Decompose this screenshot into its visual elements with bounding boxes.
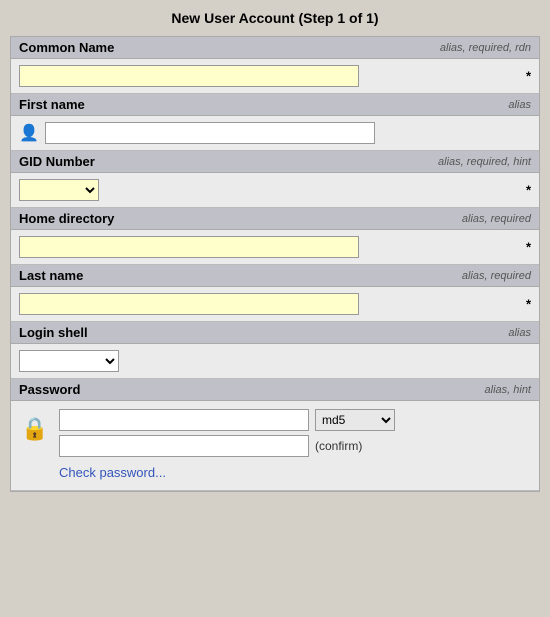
last-name-body: *: [11, 287, 539, 321]
password-header: Password alias, hint: [11, 379, 539, 401]
gid-number-label: GID Number: [19, 154, 95, 169]
user-icon: 👤: [19, 123, 39, 143]
gid-number-select[interactable]: [19, 179, 99, 201]
home-directory-header: Home directory alias, required: [11, 208, 539, 230]
password-section: Password alias, hint 🔒 md5 (confirm): [11, 379, 539, 491]
page-wrapper: New User Account (Step 1 of 1) Common Na…: [0, 0, 550, 512]
first-name-header: First name alias: [11, 94, 539, 116]
password-label: Password: [19, 382, 80, 397]
gid-number-section: GID Number alias, required, hint *: [11, 151, 539, 208]
last-name-meta: alias, required: [462, 270, 531, 282]
gid-number-body: *: [11, 173, 539, 207]
last-name-label: Last name: [19, 268, 83, 283]
first-name-meta: alias: [508, 99, 531, 111]
gid-number-header: GID Number alias, required, hint: [11, 151, 539, 173]
password-hash-select[interactable]: md5: [315, 409, 395, 431]
login-shell-header: Login shell alias: [11, 322, 539, 344]
password-confirm-input[interactable]: [59, 435, 309, 457]
common-name-input[interactable]: [19, 65, 359, 87]
login-shell-meta: alias: [508, 327, 531, 339]
home-directory-input[interactable]: [19, 236, 359, 258]
first-name-label: First name: [19, 97, 85, 112]
login-shell-section: Login shell alias: [11, 322, 539, 379]
login-shell-body: [11, 344, 539, 378]
home-directory-body: *: [11, 230, 539, 264]
gid-number-required: *: [526, 183, 531, 198]
last-name-input[interactable]: [19, 293, 359, 315]
confirm-label: (confirm): [315, 439, 362, 453]
password-input[interactable]: [59, 409, 309, 431]
gid-number-meta: alias, required, hint: [438, 156, 531, 168]
form-container: Common Name alias, required, rdn * First…: [10, 36, 540, 492]
first-name-section: First name alias 👤: [11, 94, 539, 151]
login-shell-label: Login shell: [19, 325, 88, 340]
password-meta: alias, hint: [485, 384, 531, 396]
first-name-input[interactable]: [45, 122, 375, 144]
first-name-body: 👤: [11, 116, 539, 150]
page-title: New User Account (Step 1 of 1): [0, 10, 550, 26]
home-directory-required: *: [526, 240, 531, 255]
common-name-meta: alias, required, rdn: [440, 42, 531, 54]
home-directory-meta: alias, required: [462, 213, 531, 225]
common-name-label: Common Name: [19, 40, 114, 55]
password-body: 🔒 md5 (confirm) Check password...: [11, 401, 539, 490]
last-name-header: Last name alias, required: [11, 265, 539, 287]
home-directory-section: Home directory alias, required *: [11, 208, 539, 265]
common-name-section: Common Name alias, required, rdn *: [11, 37, 539, 94]
last-name-required: *: [526, 297, 531, 312]
login-shell-select[interactable]: [19, 350, 119, 372]
password-main-row: md5: [59, 409, 531, 431]
home-directory-label: Home directory: [19, 211, 114, 226]
check-password-link[interactable]: Check password...: [59, 465, 531, 480]
last-name-section: Last name alias, required *: [11, 265, 539, 322]
lock-icon: 🔒: [19, 409, 51, 449]
common-name-required: *: [526, 69, 531, 84]
password-fields: md5 (confirm) Check password...: [59, 409, 531, 480]
common-name-header: Common Name alias, required, rdn: [11, 37, 539, 59]
common-name-body: *: [11, 59, 539, 93]
password-confirm-row: (confirm): [59, 435, 531, 457]
